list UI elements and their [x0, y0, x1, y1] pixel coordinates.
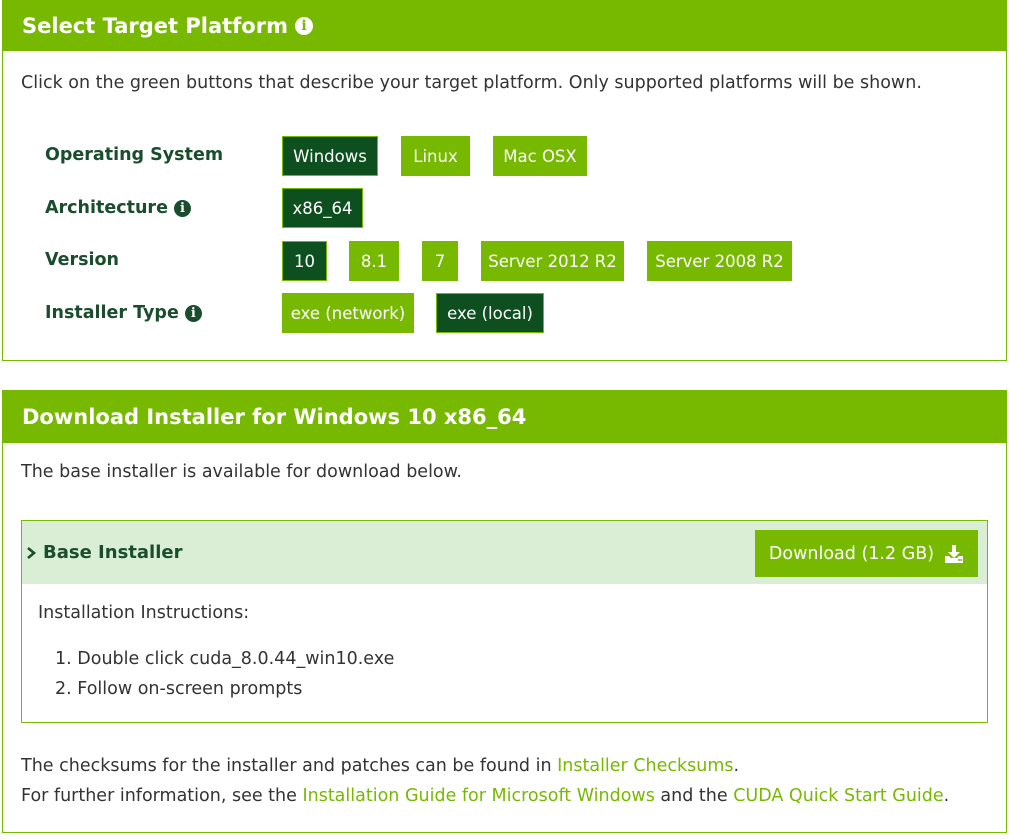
download-button[interactable]: Download (1.2 GB) — [755, 530, 978, 577]
installer-checksums-link[interactable]: Installer Checksums — [557, 756, 733, 776]
further-info-mid: and the — [654, 786, 734, 806]
arch-label-text: Architecture — [45, 198, 168, 218]
chevron-right-icon — [27, 546, 37, 559]
further-info-paragraph: For further information, see the Install… — [21, 786, 949, 806]
os-option-linux[interactable]: Linux — [401, 136, 470, 176]
download-header: Download Installer for Windows 10 x86_64 — [3, 391, 1006, 443]
info-circle-icon[interactable] — [184, 304, 202, 322]
installation-steps: 1. Double click cuda_8.0.44_win10.exe 2.… — [55, 649, 394, 709]
os-option-windows[interactable]: Windows — [282, 136, 378, 176]
arch-option-x86_64[interactable]: x86_64 — [282, 188, 363, 228]
platform-instructions: Click on the green buttons that describe… — [21, 73, 922, 93]
info-circle-icon[interactable] — [173, 199, 191, 217]
version-option-7[interactable]: 7 — [422, 241, 458, 281]
checksums-suffix: . — [733, 756, 740, 776]
select-platform-title: Select Target Platform — [22, 14, 288, 38]
version-label: Version — [45, 250, 119, 270]
base-installer-section: Base Installer Download (1.2 GB) Install… — [21, 520, 988, 723]
further-info-suffix: . — [943, 786, 950, 806]
os-option-macosx[interactable]: Mac OSX — [493, 136, 587, 176]
os-label: Operating System — [45, 145, 223, 165]
checksums-text: The checksums for the installer and patc… — [21, 756, 558, 776]
quick-start-guide-link[interactable]: CUDA Quick Start Guide — [733, 786, 943, 806]
version-label-text: Version — [45, 250, 119, 270]
version-option-server-2012-r2[interactable]: Server 2012 R2 — [481, 241, 624, 281]
installation-step: 1. Double click cuda_8.0.44_win10.exe — [55, 649, 395, 669]
select-platform-header: Select Target Platform — [3, 1, 1006, 51]
installer-type-label-text: Installer Type — [45, 303, 179, 323]
installer-option-exe-local[interactable]: exe (local) — [436, 293, 544, 333]
installation-instructions-title: Installation Instructions: — [38, 603, 250, 623]
checksums-paragraph: The checksums for the installer and patc… — [21, 756, 739, 776]
download-icon — [945, 544, 964, 563]
installation-step: 2. Follow on-screen prompts — [55, 679, 303, 699]
version-option-10[interactable]: 10 — [282, 241, 327, 281]
installation-guide-link[interactable]: Installation Guide for Microsoft Windows — [302, 786, 654, 806]
download-intro: The base installer is available for down… — [21, 462, 462, 482]
base-installer-title: Base Installer — [43, 542, 183, 563]
download-title: Download Installer for Windows 10 x86_64 — [22, 405, 527, 429]
os-label-text: Operating System — [45, 145, 224, 165]
arch-label: Architecture — [45, 198, 191, 218]
installer-option-exe-network[interactable]: exe (network) — [282, 293, 414, 333]
download-button-label: Download (1.2 GB) — [768, 543, 935, 564]
further-info-text: For further information, see the — [21, 786, 303, 806]
version-option-server-2008-r2[interactable]: Server 2008 R2 — [647, 241, 792, 281]
installer-type-label: Installer Type — [45, 303, 202, 323]
version-option-8-1[interactable]: 8.1 — [349, 241, 399, 281]
info-circle-icon[interactable] — [294, 17, 313, 35]
